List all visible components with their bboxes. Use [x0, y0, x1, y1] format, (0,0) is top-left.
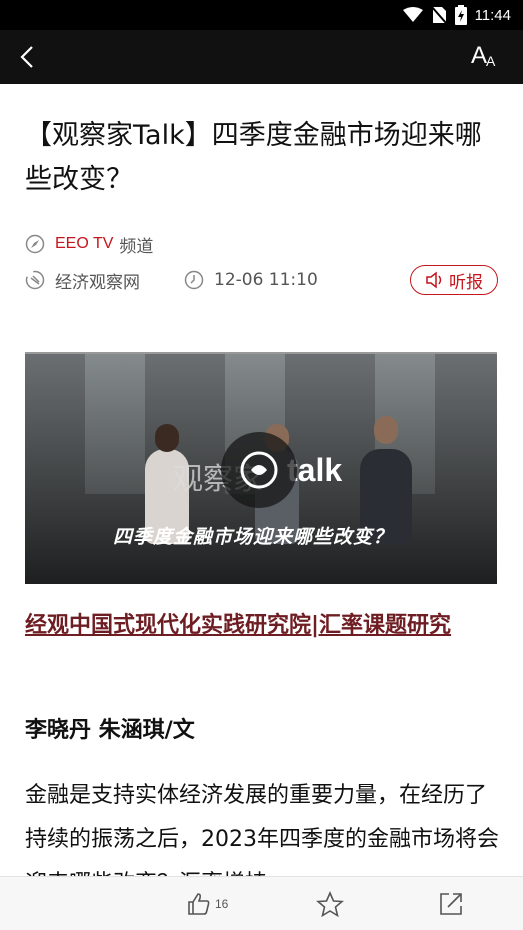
- source-name: 经济观察网: [55, 272, 140, 293]
- play-button[interactable]: [221, 432, 297, 508]
- channel-name[interactable]: EEO TV: [55, 235, 113, 253]
- bottom-action-bar: 16: [0, 876, 523, 930]
- wifi-icon: [402, 7, 423, 22]
- app-bar: A A: [0, 30, 523, 84]
- related-link-title[interactable]: 经观中国式现代化实践研究院|汇率课题研究: [25, 606, 505, 646]
- listen-label: 听报: [449, 272, 483, 293]
- back-button[interactable]: [10, 40, 44, 74]
- favorite-button[interactable]: [316, 889, 344, 919]
- video-person-head: [155, 424, 179, 452]
- source-icon: [25, 270, 45, 290]
- clock-icon: [184, 270, 204, 290]
- article-content: 【观察家Talk】四季度金融市场迎来哪些改变？ EEO TV 频道 经济观察网 …: [0, 84, 523, 876]
- share-button[interactable]: [438, 889, 464, 919]
- compass-icon: [25, 234, 45, 254]
- font-size-small-label: A: [486, 53, 496, 69]
- source-row: 经济观察网 12-06 11:10: [25, 268, 318, 293]
- article-body: 金融是支持实体经济发展的重要力量，在经历了持续的振荡之后，2023年四季度的金融…: [25, 783, 499, 876]
- like-count: 16: [215, 897, 229, 911]
- no-sim-icon: [430, 6, 447, 24]
- publish-datetime: 12-06 11:10: [214, 270, 318, 290]
- status-bar: 11:44: [0, 0, 523, 30]
- video-caption: 四季度金融市场迎来哪些改变？: [113, 526, 394, 548]
- speaker-icon: [426, 271, 442, 289]
- video-player[interactable]: 观察家 talk 四季度金融市场迎来哪些改变？: [25, 352, 497, 584]
- video-person-head: [374, 416, 398, 444]
- font-size-button[interactable]: A A: [471, 42, 505, 72]
- back-arrow-icon: [20, 46, 33, 68]
- battery-charging-icon: [454, 5, 467, 25]
- article-title: 【观察家Talk】四季度金融市场迎来哪些改变？: [25, 120, 482, 195]
- channel-row[interactable]: EEO TV 频道: [25, 232, 154, 257]
- article-author: 李晓丹 朱涵琪/文: [25, 718, 195, 743]
- channel-suffix: 频道: [119, 236, 154, 257]
- video-bg-window: [85, 354, 145, 494]
- font-size-big-label: A: [471, 42, 488, 69]
- listen-button[interactable]: 听报: [410, 265, 498, 295]
- like-button[interactable]: 16: [187, 889, 228, 919]
- thumbs-up-icon: [188, 893, 210, 915]
- status-icons: 11:44: [402, 5, 511, 25]
- play-logo-icon: [240, 451, 278, 489]
- star-icon: [316, 891, 344, 917]
- share-icon: [440, 893, 462, 915]
- status-time: 11:44: [474, 6, 511, 24]
